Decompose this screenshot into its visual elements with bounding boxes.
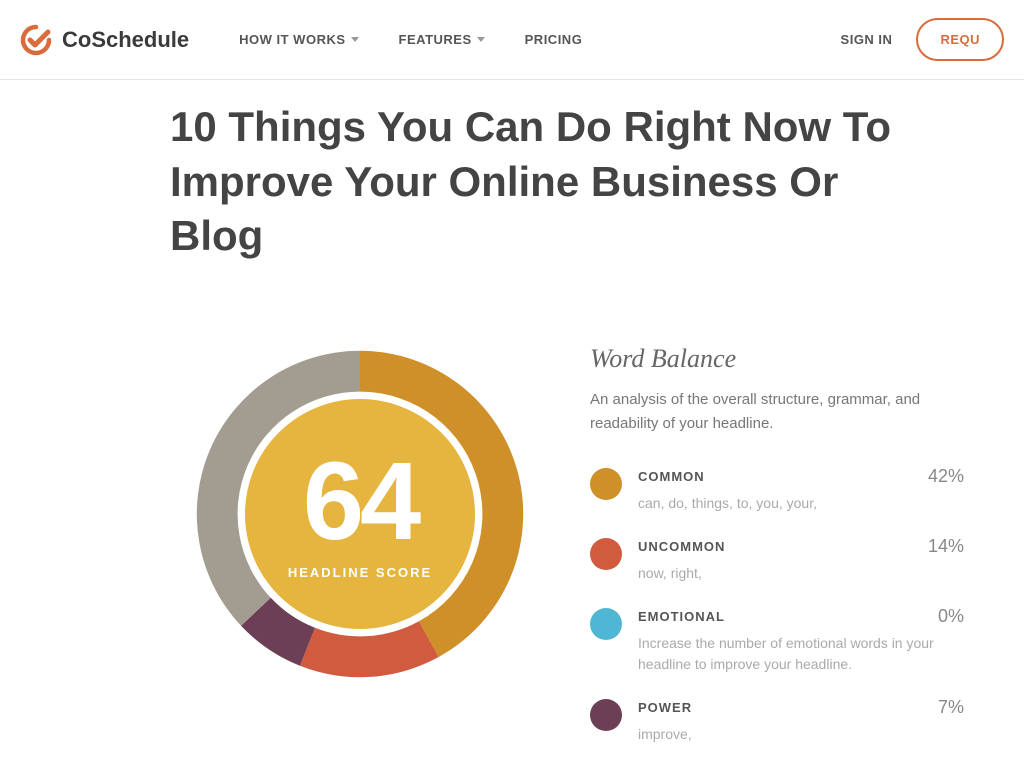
main-content: 10 Things You Can Do Right Now To Improv… bbox=[0, 80, 1024, 767]
nav-label: PRICING bbox=[525, 32, 583, 47]
chevron-down-icon bbox=[477, 37, 485, 42]
word-balance-description: An analysis of the overall structure, gr… bbox=[590, 388, 964, 436]
balance-detail: now, right, bbox=[638, 563, 964, 584]
balance-percent: 7% bbox=[938, 697, 964, 718]
color-dot bbox=[590, 608, 622, 640]
balance-label: UNCOMMON bbox=[638, 539, 725, 554]
sign-in-link[interactable]: SIGN IN bbox=[841, 32, 893, 47]
nav-label: HOW IT WORKS bbox=[239, 32, 345, 47]
main-header: CoSchedule HOW IT WORKS FEATURES PRICING… bbox=[0, 0, 1024, 80]
word-balance-panel: Word Balance An analysis of the overall … bbox=[590, 344, 964, 767]
balance-body: COMMON 42% can, do, things, to, you, you… bbox=[638, 466, 964, 514]
balance-header: EMOTIONAL 0% bbox=[638, 606, 964, 627]
brand-logo[interactable]: CoSchedule bbox=[20, 24, 189, 56]
primary-nav: HOW IT WORKS FEATURES PRICING bbox=[239, 32, 840, 47]
logo-check-icon bbox=[20, 24, 52, 56]
color-dot bbox=[590, 699, 622, 731]
score-donut-chart: 64 HEADLINE SCORE bbox=[190, 344, 530, 684]
balance-body: UNCOMMON 14% now, right, bbox=[638, 536, 964, 584]
balance-detail: can, do, things, to, you, your, bbox=[638, 493, 964, 514]
balance-body: POWER 7% improve, bbox=[638, 697, 964, 745]
balance-header: COMMON 42% bbox=[638, 466, 964, 487]
balance-detail: improve, bbox=[638, 724, 964, 745]
balance-header: POWER 7% bbox=[638, 697, 964, 718]
score-value: 64 bbox=[303, 447, 417, 557]
color-dot bbox=[590, 538, 622, 570]
score-center: 64 HEADLINE SCORE bbox=[240, 394, 480, 634]
balance-label: POWER bbox=[638, 700, 692, 715]
balance-label: EMOTIONAL bbox=[638, 609, 725, 624]
balance-label: COMMON bbox=[638, 469, 705, 484]
balance-item-common: COMMON 42% can, do, things, to, you, you… bbox=[590, 466, 964, 514]
balance-item-emotional: EMOTIONAL 0% Increase the number of emot… bbox=[590, 606, 964, 675]
nav-right: SIGN IN REQU bbox=[841, 18, 1004, 61]
balance-header: UNCOMMON 14% bbox=[638, 536, 964, 557]
balance-item-uncommon: UNCOMMON 14% now, right, bbox=[590, 536, 964, 584]
balance-detail: Increase the number of emotional words i… bbox=[638, 633, 964, 675]
balance-body: EMOTIONAL 0% Increase the number of emot… bbox=[638, 606, 964, 675]
nav-how-it-works[interactable]: HOW IT WORKS bbox=[239, 32, 358, 47]
balance-item-power: POWER 7% improve, bbox=[590, 697, 964, 745]
balance-percent: 0% bbox=[938, 606, 964, 627]
nav-features[interactable]: FEATURES bbox=[399, 32, 485, 47]
chevron-down-icon bbox=[351, 37, 359, 42]
word-balance-title: Word Balance bbox=[590, 344, 964, 374]
score-label: HEADLINE SCORE bbox=[288, 565, 432, 580]
balance-percent: 14% bbox=[928, 536, 964, 557]
nav-pricing[interactable]: PRICING bbox=[525, 32, 583, 47]
cta-button[interactable]: REQU bbox=[916, 18, 1004, 61]
brand-name: CoSchedule bbox=[62, 27, 189, 53]
balance-percent: 42% bbox=[928, 466, 964, 487]
headline-text: 10 Things You Can Do Right Now To Improv… bbox=[170, 100, 924, 264]
color-dot bbox=[590, 468, 622, 500]
nav-label: FEATURES bbox=[399, 32, 472, 47]
analysis-section: 64 HEADLINE SCORE Word Balance An analys… bbox=[60, 344, 964, 767]
